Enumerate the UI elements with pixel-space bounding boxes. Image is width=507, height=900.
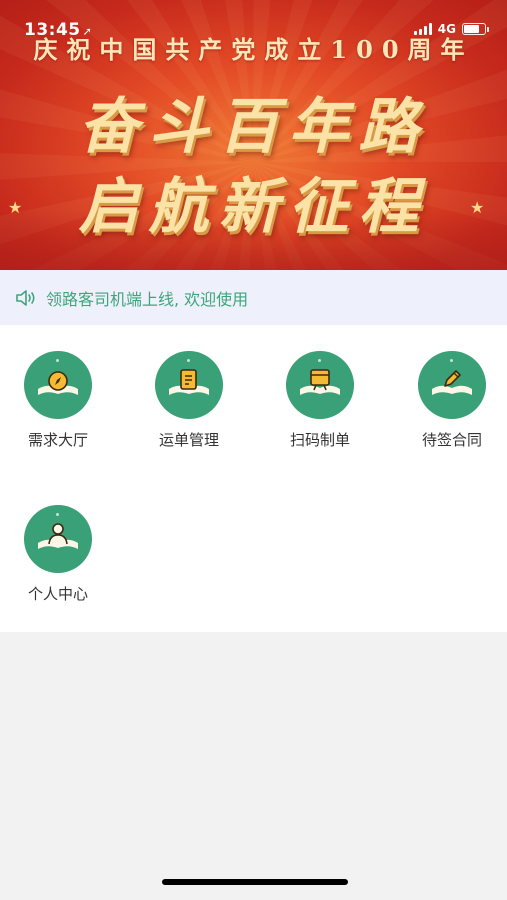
star-icon: ★ — [470, 198, 485, 217]
menu-item-label: 需求大厅 — [27, 431, 88, 449]
function-menu: 需求大厅 运单管理 扫码制单 待签合同 个人中心 — [0, 325, 507, 632]
menu-item-label: 扫码制单 — [289, 431, 350, 449]
menu-icon-circle — [24, 351, 92, 419]
notice-bar[interactable]: 领路客司机端上线, 欢迎使用 — [0, 270, 507, 325]
menu-icon-circle — [418, 351, 486, 419]
network-type: 4G — [437, 22, 456, 36]
user-icon — [48, 523, 68, 545]
signal-icon — [413, 23, 432, 35]
menu-item-label: 个人中心 — [27, 585, 88, 603]
menu-icon-circle — [286, 351, 354, 419]
pen-icon — [444, 370, 461, 387]
hero-banner[interactable]: 庆祝中国共产党成立100周年 奋斗百年路 启航新征程 ★ ★ — [0, 0, 507, 270]
menu-item-personal-center[interactable]: 个人中心 — [3, 505, 113, 604]
notice-text: 领路客司机端上线, 欢迎使用 — [46, 289, 249, 309]
banner-title-line-1: 奋斗百年路 — [78, 92, 429, 162]
status-bar: 13:45 ➚ 4G — [0, 0, 507, 40]
document-icon — [180, 369, 197, 390]
star-icon: ★ — [8, 198, 23, 217]
menu-item-pending-contract[interactable]: 待签合同 — [397, 351, 507, 450]
menu-item-label: 运单管理 — [158, 431, 219, 449]
battery-tip — [487, 26, 489, 32]
menu-item-label: 待签合同 — [421, 431, 482, 449]
menu-item-demand-hall[interactable]: 需求大厅 — [3, 351, 113, 450]
status-time-text: 13:45 — [24, 20, 81, 40]
speaker-icon — [16, 289, 35, 306]
battery-icon — [462, 23, 486, 35]
status-indicators: 4G — [413, 22, 489, 36]
compass-icon — [48, 371, 68, 391]
location-arrow-icon: ➚ — [82, 25, 93, 38]
menu-item-waybill-management[interactable]: 运单管理 — [134, 351, 244, 450]
menu-item-scan-order[interactable]: 扫码制单 — [265, 351, 375, 450]
menu-icon-circle — [24, 505, 92, 573]
status-time: 13:45 ➚ — [24, 20, 92, 40]
menu-icon-circle — [155, 351, 223, 419]
home-indicator[interactable] — [162, 879, 348, 885]
cart-icon — [310, 369, 330, 391]
banner-title-line-2: 启航新征程 — [78, 172, 429, 242]
